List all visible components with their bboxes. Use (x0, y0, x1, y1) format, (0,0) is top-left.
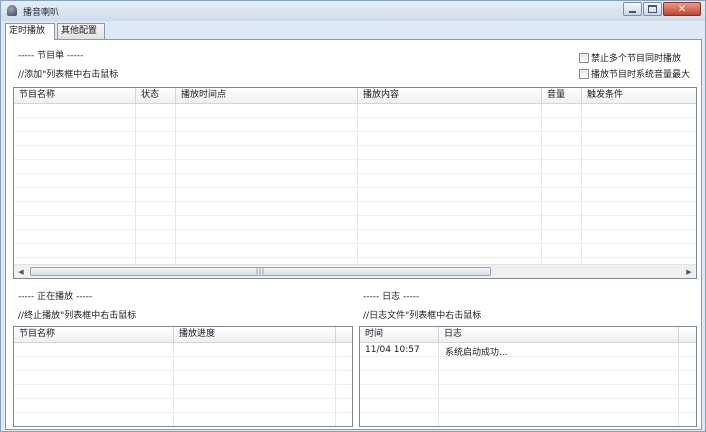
speaker-app-icon (7, 5, 17, 16)
tab-other-settings[interactable]: 其他配置 (57, 23, 105, 39)
checkbox-no-simultaneous[interactable] (579, 52, 589, 63)
playing-section-hint: //终止播放"列表框中右击鼠标 (18, 311, 137, 321)
option-max-volume-label: 播放节目时系统音量最大 (591, 70, 691, 80)
program-section-hint: //添加"列表框中右击鼠标 (18, 70, 119, 80)
playing-section-title: ----- 正在播放 ----- (18, 292, 93, 302)
col-play-progress[interactable]: 播放进度 (174, 327, 336, 343)
col-log-time[interactable]: 时间 (360, 327, 439, 343)
col-program-name[interactable]: 节目名称 (14, 88, 136, 104)
log-section-title: ----- 日志 ----- (363, 292, 420, 302)
col-volume[interactable]: 音量 (542, 88, 582, 104)
log-list[interactable]: 时间 日志 11/04 10:57 系统启动成功... (359, 326, 697, 427)
col-playing-program-name[interactable]: 节目名称 (14, 327, 174, 343)
window-title: 播音喇叭 (23, 8, 60, 18)
tab-panel: ----- 节目单 ----- //添加"列表框中右击鼠标 禁止多个节目同时播放… (5, 39, 702, 430)
option-max-volume[interactable]: 播放节目时系统音量最大 (579, 67, 690, 80)
program-list-header: 节目名称 状态 播放时间点 播放内容 音量 触发条件 (14, 88, 696, 104)
title-bar[interactable]: 播音喇叭 ✕ (1, 1, 705, 21)
col-play-content[interactable]: 播放内容 (358, 88, 542, 104)
minimize-button[interactable] (623, 2, 642, 16)
log-list-body[interactable]: 11/04 10:57 系统启动成功... (360, 343, 696, 426)
option-no-simultaneous[interactable]: 禁止多个节目同时播放 (579, 51, 681, 64)
close-button[interactable]: ✕ (663, 2, 701, 16)
program-section-title: ----- 节目单 ----- (18, 51, 84, 61)
program-list[interactable]: 节目名称 状态 播放时间点 播放内容 音量 触发条件 ◀ ||| ▶ (13, 87, 697, 279)
col-trigger[interactable]: 触发条件 (582, 88, 696, 104)
maximize-button[interactable] (643, 2, 662, 16)
col-play-time[interactable]: 播放时间点 (176, 88, 358, 104)
scroll-thumb[interactable]: ||| (30, 267, 491, 276)
log-list-header: 时间 日志 (360, 327, 696, 343)
program-list-body[interactable] (14, 104, 696, 278)
log-section-hint: //日志文件"列表框中右击鼠标 (363, 311, 482, 321)
playing-list[interactable]: 节目名称 播放进度 (13, 326, 353, 427)
scroll-right-arrow-icon[interactable]: ▶ (682, 265, 696, 278)
checkbox-max-volume[interactable] (579, 68, 589, 79)
col-log-message[interactable]: 日志 (439, 327, 679, 343)
scroll-grip-icon: ||| (255, 268, 266, 275)
playing-list-body[interactable] (14, 343, 352, 426)
tab-scheduled-play[interactable]: 定时播放 (5, 23, 55, 40)
app-window: 播音喇叭 ✕ 定时播放 其他配置 ----- 节目单 ----- //添加"列表… (0, 0, 706, 432)
program-list-hscrollbar[interactable]: ◀ ||| ▶ (14, 264, 696, 278)
scroll-left-arrow-icon[interactable]: ◀ (14, 265, 28, 278)
playing-list-header: 节目名称 播放进度 (14, 327, 352, 343)
log-row-message[interactable]: 系统启动成功... (445, 345, 508, 358)
log-row-time[interactable]: 11/04 10:57 (365, 345, 420, 355)
col-status[interactable]: 状态 (136, 88, 176, 104)
option-no-simultaneous-label: 禁止多个节目同时播放 (591, 54, 682, 64)
